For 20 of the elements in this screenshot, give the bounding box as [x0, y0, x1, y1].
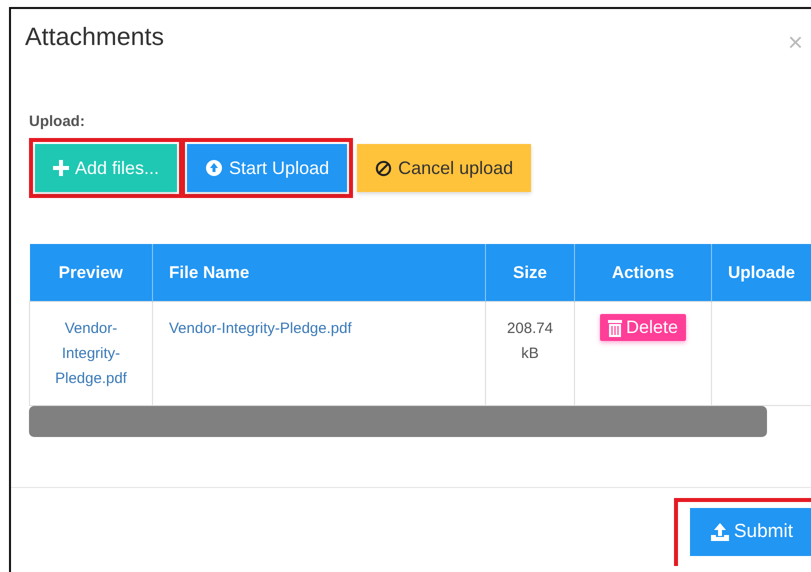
cancel-button[interactable]: Cancel upload — [357, 144, 532, 192]
start-button[interactable]: Start Upload — [187, 144, 348, 192]
column-header: Actions — [574, 244, 712, 302]
submit-button[interactable]: Submit — [690, 508, 811, 556]
preview-link[interactable]: Vendor-Integrity-Pledge.pdf — [30, 302, 152, 406]
trash-icon — [608, 318, 622, 336]
column-header: Size — [486, 244, 574, 302]
ban-icon — [375, 160, 392, 176]
upload-circle-icon — [205, 159, 224, 177]
delete-button[interactable]: Delete — [600, 314, 686, 341]
close-button[interactable]: × — [788, 29, 803, 55]
upload-label: Upload: — [29, 113, 85, 130]
column-header: Preview — [30, 244, 152, 302]
add-button[interactable]: Add files... — [35, 144, 178, 192]
scrollbar[interactable] — [29, 406, 767, 437]
upload-icon — [710, 522, 730, 542]
dialog-title: Attachments — [25, 23, 164, 52]
column-header: File Name — [152, 244, 486, 302]
column-header: Uploade — [712, 244, 811, 302]
plus-icon — [53, 160, 69, 176]
